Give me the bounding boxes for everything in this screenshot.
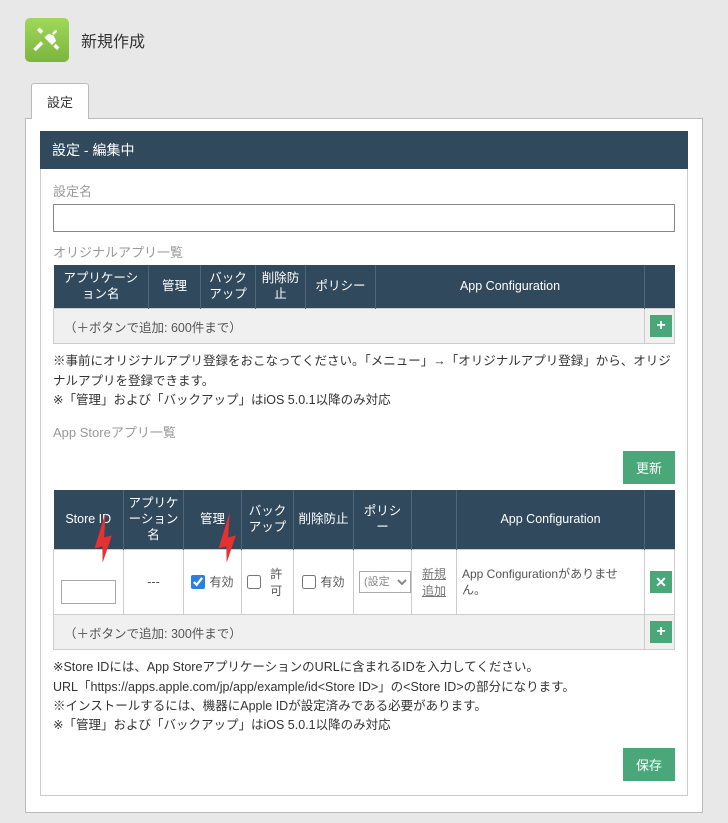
original-app-table: アプリケーション名 管理 バックアップ 削除防止 ポリシー App Config… [53, 265, 675, 344]
appstore-title: App Storeアプリ一覧 [53, 422, 675, 441]
col-appname: アプリケーション名 [54, 265, 149, 309]
col-delete2: 削除防止 [294, 490, 354, 549]
appstore-addline: （＋ボタンで追加: 300件まで） [54, 615, 645, 650]
add-appstore-button[interactable]: + [650, 621, 672, 643]
delete-checkbox-wrap[interactable]: 有効 [302, 573, 344, 590]
store-id-input[interactable] [61, 580, 116, 604]
table-row: --- 有効 [54, 550, 675, 615]
col-policy: ポリシー [306, 265, 376, 309]
update-button[interactable]: 更新 [623, 451, 675, 484]
setting-name-label: 設定名 [53, 181, 675, 200]
section-header: 設定 - 編集中 [40, 131, 688, 169]
tab-settings[interactable]: 設定 [31, 83, 89, 119]
col-manage: 管理 [149, 265, 201, 309]
page-title: 新規作成 [81, 28, 145, 52]
col-manage2: 管理 [184, 490, 242, 549]
col-appconfig: App Configuration [376, 265, 645, 309]
col-backup2: バックアップ [242, 490, 294, 549]
delete-row-button[interactable]: ✕ [650, 571, 672, 593]
manage-label: 有効 [209, 573, 233, 590]
original-notes: ※事前にオリジナルアプリ登録をおこなってください。「メニュー」→「オリジナルアプ… [53, 352, 675, 410]
backup-checkbox-wrap[interactable]: 許可 [247, 565, 288, 599]
new-add-link[interactable]: 新規追加 [422, 567, 446, 598]
app-name-cell: --- [124, 550, 184, 615]
original-app-title: オリジナルアプリ一覧 [53, 242, 675, 261]
manage-checkbox-wrap[interactable]: 有効 [191, 573, 233, 590]
save-button[interactable]: 保存 [623, 748, 675, 781]
backup-checkbox[interactable] [247, 575, 261, 589]
delete-label: 有効 [320, 573, 344, 590]
col-link [412, 490, 457, 549]
delete-checkbox[interactable] [302, 575, 316, 589]
setting-name-input[interactable] [53, 204, 675, 232]
tools-icon [25, 18, 69, 62]
col-action2 [645, 490, 675, 549]
appstore-table: Store ID アプリケーション名 管理 バックアップ 削除防止 ポリシー A… [53, 490, 675, 650]
manage-checkbox[interactable] [191, 575, 205, 589]
col-storeid: Store ID [54, 490, 124, 549]
policy-select[interactable]: (設定 [359, 571, 411, 593]
col-delete: 削除防止 [256, 265, 306, 309]
add-original-button[interactable]: + [650, 315, 672, 337]
appconfig-cell: App Configurationがありません。 [457, 550, 645, 615]
col-policy2: ポリシー [354, 490, 412, 549]
col-action [645, 265, 675, 309]
original-addline: （＋ボタンで追加: 600件まで） [54, 309, 645, 344]
backup-label: 許可 [265, 565, 288, 599]
panel: 設定 - 編集中 設定名 オリジナルアプリ一覧 アプリケーション名 管理 バック… [25, 118, 703, 813]
col-appname2: アプリケーション名 [124, 490, 184, 549]
col-backup: バックアップ [201, 265, 256, 309]
col-appconfig2: App Configuration [457, 490, 645, 549]
appstore-notes: ※Store IDには、App Storeアプリケーションの​URLに含まれるI… [53, 658, 675, 736]
